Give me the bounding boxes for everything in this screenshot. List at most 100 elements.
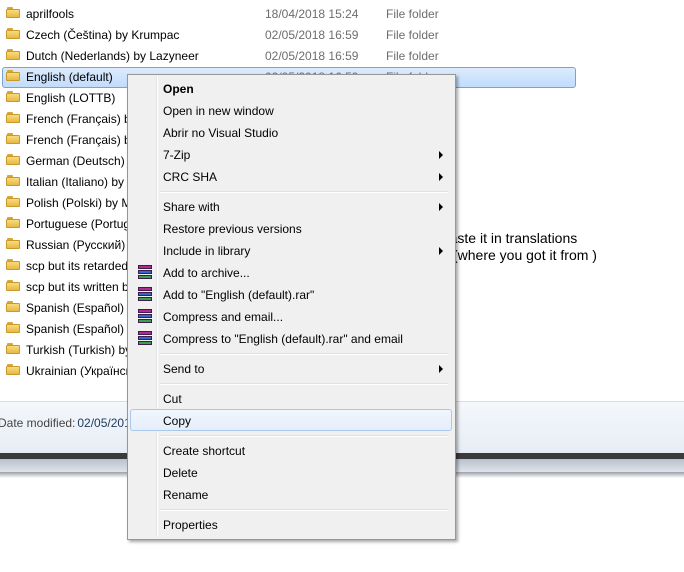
folder-icon bbox=[6, 280, 20, 291]
menu-item-label: Compress to "English (default).rar" and … bbox=[163, 332, 403, 346]
menu-item-label: Open in new window bbox=[163, 104, 274, 118]
winrar-icon bbox=[137, 286, 153, 302]
menu-item-compress-to-rar-and-email[interactable]: Compress to "English (default).rar" and … bbox=[130, 327, 452, 349]
submenu-arrow-icon bbox=[439, 365, 443, 373]
menu-item-cut[interactable]: Cut bbox=[130, 387, 452, 409]
file-name: German (Deutsch) b bbox=[26, 154, 135, 168]
menu-item-label: Delete bbox=[163, 466, 198, 480]
folder-icon bbox=[6, 322, 20, 333]
menu-separator bbox=[160, 383, 448, 385]
file-type: File folder bbox=[386, 7, 439, 21]
menu-item-label: Abrir no Visual Studio bbox=[163, 126, 279, 140]
file-name: Russian (Русский) b bbox=[26, 238, 136, 252]
file-type: File folder bbox=[386, 28, 439, 42]
folder-icon bbox=[6, 364, 20, 375]
menu-item-crc-sha[interactable]: CRC SHA bbox=[130, 165, 452, 187]
details-date-modified: Date modified: 02/05/201 bbox=[0, 416, 131, 430]
folder-icon bbox=[6, 259, 20, 270]
annotation-line-2: (where you got it from ) bbox=[453, 247, 597, 263]
file-type: File folder bbox=[386, 49, 439, 63]
menu-item-label: Rename bbox=[163, 488, 209, 502]
menu-item-include-in-library[interactable]: Include in library bbox=[130, 239, 452, 261]
file-name: Spanish (Español) b bbox=[26, 301, 135, 315]
file-name: Portuguese (Portug bbox=[26, 217, 131, 231]
menu-item-delete[interactable]: Delete bbox=[130, 461, 452, 483]
folder-icon bbox=[6, 133, 20, 144]
menu-item-label: Compress and email... bbox=[163, 310, 284, 324]
menu-item-rename[interactable]: Rename bbox=[130, 483, 452, 505]
file-row-dutch[interactable]: Dutch (Nederlands) by Lazyneer 02/05/201… bbox=[0, 45, 684, 66]
details-value: 02/05/201 bbox=[77, 416, 131, 430]
file-name: Turkish (Turkish) by bbox=[26, 343, 132, 357]
menu-separator bbox=[160, 509, 448, 511]
file-name: aprilfools bbox=[26, 7, 75, 21]
menu-item-create-shortcut[interactable]: Create shortcut bbox=[130, 439, 452, 461]
menu-item-7zip[interactable]: 7-Zip bbox=[130, 143, 452, 165]
file-name: Spanish (Español) b bbox=[26, 322, 135, 336]
file-row-czech[interactable]: Czech (Čeština) by Krumpac 02/05/2018 16… bbox=[0, 24, 684, 45]
submenu-arrow-icon bbox=[439, 247, 443, 255]
file-name: Italian (Italiano) by bbox=[26, 175, 125, 189]
menu-item-label: CRC SHA bbox=[163, 170, 218, 184]
menu-separator bbox=[160, 435, 448, 437]
menu-item-open[interactable]: Open bbox=[130, 77, 452, 99]
menu-item-label: Include in library bbox=[163, 244, 251, 258]
folder-icon bbox=[6, 91, 20, 102]
file-name: Polish (Polski) by M bbox=[26, 196, 132, 210]
menu-item-label: Create shortcut bbox=[163, 444, 246, 458]
menu-item-label: Cut bbox=[163, 392, 182, 406]
winrar-icon bbox=[137, 330, 153, 346]
menu-item-label: Send to bbox=[163, 362, 205, 376]
folder-icon bbox=[6, 175, 20, 186]
menu-item-send-to[interactable]: Send to bbox=[130, 357, 452, 379]
file-name: English (default) bbox=[26, 70, 113, 84]
menu-item-label: 7-Zip bbox=[163, 148, 191, 162]
file-name: scp but its retarded bbox=[26, 259, 129, 273]
menu-item-properties[interactable]: Properties bbox=[130, 513, 452, 535]
file-name: scp but its written b bbox=[26, 280, 129, 294]
winrar-icon bbox=[137, 308, 153, 324]
folder-icon bbox=[6, 28, 20, 39]
menu-item-open-visual-studio[interactable]: Abrir no Visual Studio bbox=[130, 121, 452, 143]
menu-separator bbox=[160, 191, 448, 193]
details-label: Date modified: bbox=[0, 416, 76, 430]
submenu-arrow-icon bbox=[439, 151, 443, 159]
menu-item-add-to-archive[interactable]: Add to archive... bbox=[130, 261, 452, 283]
folder-icon bbox=[6, 112, 20, 123]
file-name: French (Français) by bbox=[26, 133, 137, 147]
folder-icon bbox=[6, 49, 20, 60]
menu-item-label: Restore previous versions bbox=[163, 222, 302, 236]
menu-item-add-to-rar[interactable]: Add to "English (default).rar" bbox=[130, 283, 452, 305]
folder-icon bbox=[6, 217, 20, 228]
file-name: English (LOTTB) bbox=[26, 91, 116, 105]
submenu-arrow-icon bbox=[439, 203, 443, 211]
menu-item-open-new-window[interactable]: Open in new window bbox=[130, 99, 452, 121]
menu-item-label: Add to archive... bbox=[163, 266, 250, 280]
menu-item-compress-and-email[interactable]: Compress and email... bbox=[130, 305, 452, 327]
menu-item-restore-previous-versions[interactable]: Restore previous versions bbox=[130, 217, 452, 239]
menu-item-label: Share with bbox=[163, 200, 220, 214]
folder-icon bbox=[6, 343, 20, 354]
menu-item-share-with[interactable]: Share with bbox=[130, 195, 452, 217]
folder-icon bbox=[6, 196, 20, 207]
file-row-aprilfools[interactable]: aprilfools 18/04/2018 15:24 File folder bbox=[0, 3, 684, 24]
menu-item-copy[interactable]: Copy bbox=[130, 409, 452, 431]
menu-separator bbox=[160, 353, 448, 355]
folder-icon bbox=[6, 154, 20, 165]
file-name: Czech (Čeština) by Krumpac bbox=[26, 28, 180, 42]
file-date: 18/04/2018 15:24 bbox=[265, 7, 359, 21]
file-name: Dutch (Nederlands) by Lazyneer bbox=[26, 49, 199, 63]
file-name: French (Français) by bbox=[26, 112, 137, 126]
folder-icon bbox=[6, 7, 20, 18]
context-menu: Open Open in new window Abrir no Visual … bbox=[127, 74, 456, 540]
file-date: 02/05/2018 16:59 bbox=[265, 49, 359, 63]
file-date: 02/05/2018 16:59 bbox=[265, 28, 359, 42]
menu-item-label: Open bbox=[163, 82, 194, 96]
file-name: Ukrainian (Українсь bbox=[26, 364, 132, 378]
winrar-icon bbox=[137, 264, 153, 280]
menu-item-label: Copy bbox=[163, 414, 192, 428]
menu-item-label: Add to "English (default).rar" bbox=[163, 288, 315, 302]
folder-icon bbox=[6, 301, 20, 312]
menu-item-label: Properties bbox=[163, 518, 218, 532]
folder-icon bbox=[6, 238, 20, 249]
